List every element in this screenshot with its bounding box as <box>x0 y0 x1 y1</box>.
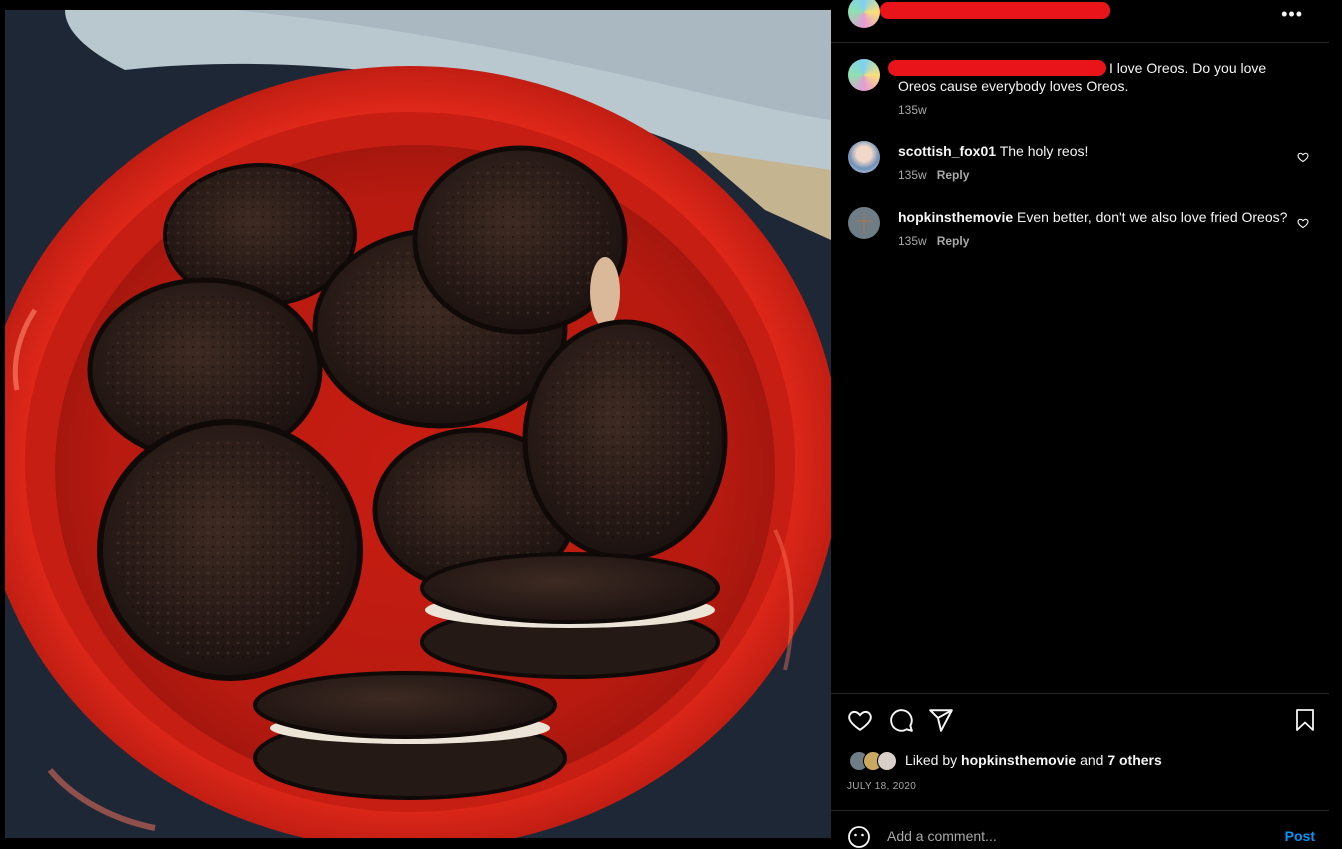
liker-username[interactable]: hopkinsthemovie <box>961 752 1076 768</box>
post-header: ••• <box>831 0 1329 43</box>
comment-time: 135w <box>898 168 927 182</box>
comment-text: hopkinsthemovie Even better, don't we al… <box>898 208 1287 226</box>
cross-icon <box>856 213 872 233</box>
liker-avatars <box>847 751 903 771</box>
reply-button[interactable]: Reply <box>937 168 970 182</box>
emoji-icon[interactable] <box>847 825 871 849</box>
likes-text: Liked by hopkinsthemovie and 7 others <box>905 752 1162 768</box>
comment-time: 135w <box>898 234 927 248</box>
likes-prefix: Liked by <box>905 752 958 768</box>
reply-button[interactable]: Reply <box>937 234 970 248</box>
like-comment-icon[interactable] <box>1297 217 1309 229</box>
more-options-icon[interactable]: ••• <box>1281 4 1303 25</box>
post-photo[interactable] <box>0 0 831 841</box>
author-avatar[interactable] <box>848 59 880 91</box>
scrollbar-track[interactable] <box>1329 0 1342 841</box>
commenter-avatar[interactable] <box>848 141 880 173</box>
comment-meta: 135w Reply <box>898 234 979 248</box>
comment-username[interactable]: scottish_fox01 <box>898 143 996 159</box>
caption-time: 135w <box>898 103 927 117</box>
likes-joiner: and <box>1080 752 1104 768</box>
like-comment-icon[interactable] <box>1297 151 1309 163</box>
comment-body: Even better, don't we also love fried Or… <box>1017 209 1288 225</box>
comment-text: scottish_fox01 The holy reos! <box>898 142 1088 160</box>
actions-divider <box>831 693 1329 694</box>
caption-text: I love Oreos. Do you love Oreos cause ev… <box>898 60 1267 94</box>
commenter-avatar[interactable] <box>848 207 880 239</box>
redacted-username <box>880 2 1110 19</box>
author-avatar[interactable] <box>848 0 880 28</box>
liker-avatar <box>877 751 897 771</box>
heart-icon[interactable] <box>847 707 873 733</box>
post-button[interactable]: Post <box>1285 828 1315 844</box>
comment-meta: 135w Reply <box>898 168 979 182</box>
oreo-bowl-photo <box>5 10 831 838</box>
post-side-panel: ••• I love Oreos. Do you love Oreos caus… <box>831 0 1329 848</box>
post-date[interactable]: JULY 18, 2020 <box>847 781 916 792</box>
bookmark-icon[interactable] <box>1293 707 1317 733</box>
comment-body: The holy reos! <box>999 143 1089 159</box>
comment-username[interactable]: hopkinsthemovie <box>898 209 1013 225</box>
caption-meta: 135w <box>898 103 937 117</box>
likes-others[interactable]: 7 others <box>1107 752 1161 768</box>
comment-input[interactable]: Add a comment... <box>887 828 997 844</box>
share-icon[interactable] <box>928 707 954 733</box>
add-comment-bar: Add a comment... Post <box>831 811 1329 848</box>
comment-icon[interactable] <box>888 707 914 733</box>
